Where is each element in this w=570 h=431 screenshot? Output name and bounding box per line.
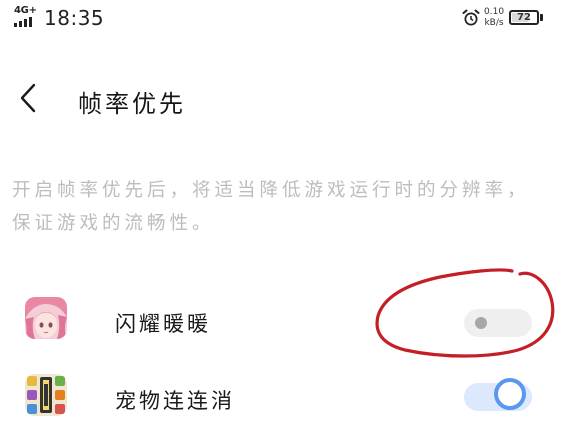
toggle-knob <box>494 378 526 410</box>
app-row-shining-nikki: 闪耀暖暖 <box>0 294 570 354</box>
toggle-knob <box>475 317 487 329</box>
shining-nikki-app-icon <box>25 297 67 339</box>
app-name: 闪耀暖暖 <box>115 312 211 336</box>
status-bar: 4G+ 18:35 0.10 kB/s 72 <box>0 0 570 36</box>
battery-level-text: 72 <box>517 12 531 23</box>
back-button[interactable] <box>10 80 46 116</box>
frame-priority-toggle-shining-nikki[interactable] <box>464 309 532 337</box>
signal-indicator: 4G+ <box>14 6 40 28</box>
clock-time: 18:35 <box>44 6 105 30</box>
feature-description: 开启帧率优先后，将适当降低游戏运行时的分辨率，保证游戏的流畅性。 <box>12 180 530 234</box>
network-speed: 0.10 kB/s <box>484 7 504 29</box>
page-title: 帧率优先 <box>78 90 186 118</box>
frame-priority-toggle-pet-match[interactable] <box>464 378 532 411</box>
app-name: 宠物连连消 <box>115 389 235 413</box>
signal-bars-icon <box>14 17 32 27</box>
pet-match-app-icon <box>25 374 67 416</box>
alarm-clock-icon <box>462 9 480 26</box>
network-type-label: 4G+ <box>14 5 37 16</box>
battery-tip <box>540 14 543 21</box>
chevron-left-icon <box>20 83 36 113</box>
battery-icon: 72 <box>509 10 539 25</box>
network-speed-unit: kB/s <box>484 18 504 28</box>
network-speed-value: 0.10 <box>484 7 505 17</box>
app-row-pet-match: 宠物连连消 <box>0 371 570 431</box>
